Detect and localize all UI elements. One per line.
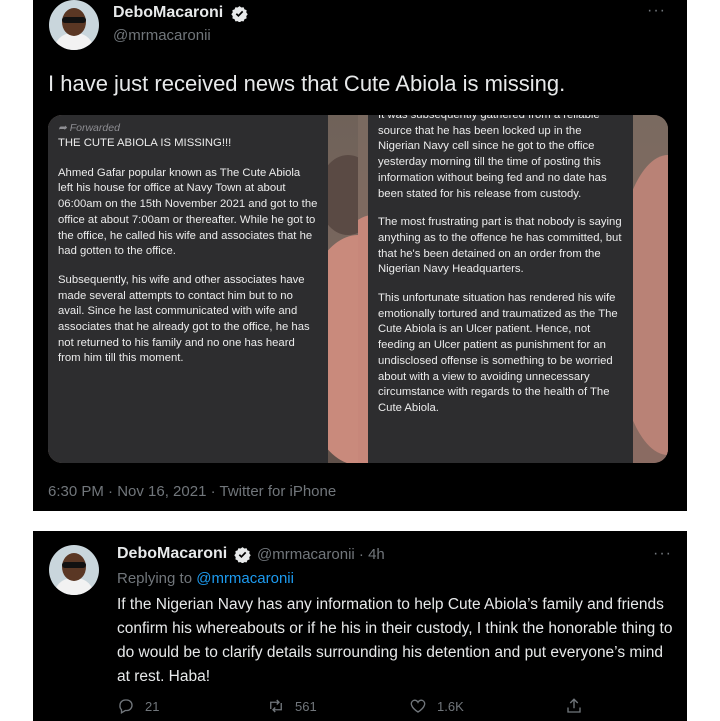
- more-icon[interactable]: ···: [647, 2, 666, 20]
- main-tweet: DeboMacaroni @mrmacaronii ··· I have jus…: [33, 0, 687, 511]
- message-paragraph: Subsequently, his wife and other associa…: [58, 273, 310, 365]
- forwarded-message-left: ➦ Forwarded THE CUTE ABIOLA IS MISSING!!…: [48, 115, 328, 463]
- tweet-text: I have just received news that Cute Abio…: [48, 71, 566, 96]
- like-icon: [410, 699, 426, 713]
- reply-icon: [119, 699, 133, 714]
- reply-tweet[interactable]: DeboMacaroni @mrmacaronii · 4h ··· Reply…: [33, 531, 687, 721]
- verified-badge-icon: [231, 6, 248, 22]
- handle[interactable]: @mrmacaronii: [113, 27, 211, 44]
- share-button[interactable]: [565, 697, 583, 715]
- reply-count: 21: [145, 698, 160, 714]
- avatar[interactable]: [49, 545, 99, 595]
- tweet-media[interactable]: ➦ Forwarded THE CUTE ABIOLA IS MISSING!!…: [48, 115, 668, 463]
- verified-badge-icon: [234, 547, 251, 563]
- media-image-left[interactable]: ➦ Forwarded THE CUTE ABIOLA IS MISSING!!…: [48, 115, 358, 463]
- reply-text: If the Nigerian Navy has any information…: [117, 596, 673, 685]
- media-image-right[interactable]: It was subsequently gathered from a reli…: [358, 115, 668, 463]
- forwarded-message-right: It was subsequently gathered from a reli…: [368, 115, 633, 463]
- retweet-icon: [270, 699, 282, 713]
- mention-link[interactable]: @mrmacaronii: [196, 570, 294, 587]
- forward-arrow-icon: ➦: [58, 122, 70, 134]
- retweet-button[interactable]: 561: [267, 697, 317, 715]
- display-name[interactable]: DeboMacaroni: [113, 4, 223, 22]
- like-count: 1.6K: [437, 698, 464, 714]
- message-paragraph: This unfortunate situation has rendered …: [378, 292, 618, 414]
- replying-to: Replying to @mrmacaronii: [117, 570, 294, 587]
- message-heading: THE CUTE ABIOLA IS MISSING!!!: [58, 137, 232, 149]
- action-bar: 21 561 1.6K: [117, 697, 657, 717]
- share-icon: [567, 698, 581, 713]
- message-paragraph: It was subsequently gathered from a reli…: [378, 115, 607, 200]
- more-icon[interactable]: ···: [653, 545, 672, 563]
- reply-button[interactable]: 21: [117, 697, 159, 715]
- message-paragraph: The most frustrating part is that nobody…: [378, 216, 622, 276]
- handle-and-time[interactable]: @mrmacaronii · 4h: [257, 546, 385, 563]
- retweet-count: 561: [295, 698, 317, 714]
- message-paragraph: Ahmed Gafar popular known as The Cute Ab…: [58, 166, 318, 258]
- like-button[interactable]: 1.6K: [409, 697, 464, 715]
- forwarded-label: ➦ Forwarded: [58, 122, 120, 134]
- display-name[interactable]: DeboMacaroni: [117, 545, 227, 563]
- avatar[interactable]: [49, 0, 99, 50]
- tweet-timestamp[interactable]: 6:30 PM · Nov 16, 2021 · Twitter for iPh…: [48, 483, 336, 500]
